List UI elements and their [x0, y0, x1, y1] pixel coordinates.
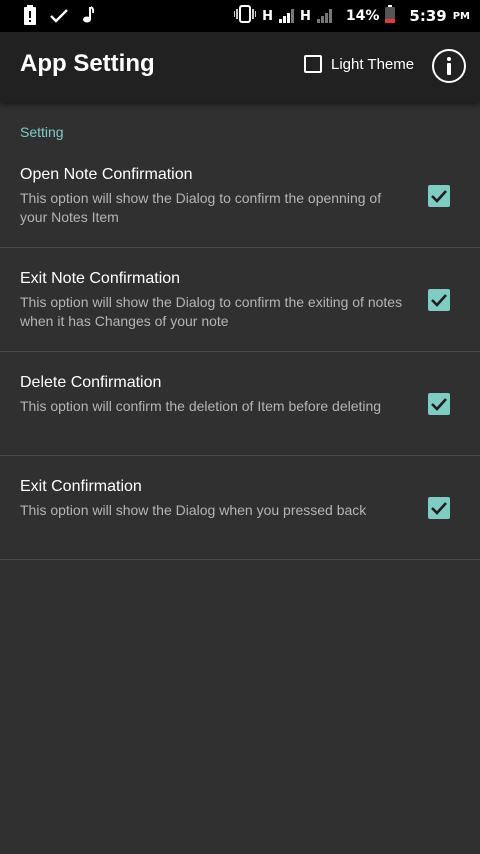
light-theme-label[interactable]: Light Theme [331, 56, 414, 73]
vibrate-icon [233, 5, 257, 27]
status-bar-left [24, 5, 95, 29]
checkbox-checked-icon[interactable] [428, 185, 450, 207]
info-icon[interactable] [432, 49, 466, 83]
music-note-icon [82, 6, 95, 28]
setting-exit-note-confirmation[interactable]: Exit Note Confirmation This option will … [0, 248, 480, 352]
checkbox-unchecked-icon[interactable] [304, 55, 322, 73]
network-type-2: H [300, 8, 311, 24]
checkbox-checked-icon[interactable] [428, 497, 450, 519]
page-title: App Setting [20, 50, 155, 77]
checkbox-checked-icon[interactable] [428, 289, 450, 311]
section-header: Setting [20, 124, 64, 140]
battery-icon [385, 5, 396, 27]
setting-title: Exit Confirmation [20, 478, 142, 495]
signal-icon-2 [316, 9, 332, 23]
check-icon [50, 8, 68, 27]
setting-title: Delete Confirmation [20, 374, 162, 391]
setting-open-note-confirmation[interactable]: Open Note Confirmation This option will … [0, 144, 480, 248]
setting-description: This option will show the Dialog to conf… [20, 294, 403, 329]
setting-description: This option will show the Dialog when yo… [20, 502, 367, 518]
battery-alert-icon [24, 5, 36, 29]
setting-exit-confirmation[interactable]: Exit Confirmation This option will show … [0, 456, 480, 560]
info-icon-stem [446, 63, 451, 75]
app-bar: App Setting Light Theme [0, 32, 480, 102]
info-icon-dot [446, 57, 451, 61]
battery-percent: 14% [345, 8, 380, 24]
clock-time: 5:39 [409, 7, 447, 25]
setting-description: This option will show the Dialog to conf… [20, 190, 382, 225]
clock-ampm: PM [452, 10, 470, 22]
network-type-1: H [262, 8, 273, 24]
status-bar: H H 14% 5:39 PM [0, 0, 480, 32]
checkbox-checked-icon[interactable] [428, 393, 450, 415]
settings-list: Open Note Confirmation This option will … [0, 144, 480, 560]
setting-title: Exit Note Confirmation [20, 270, 181, 287]
setting-title: Open Note Confirmation [20, 166, 193, 183]
setting-description: This option will confirm the deletion of… [20, 398, 382, 414]
light-theme-checkbox[interactable]: Light Theme [304, 55, 414, 73]
status-bar-right: H H 14% 5:39 PM [233, 5, 470, 27]
setting-delete-confirmation[interactable]: Delete Confirmation This option will con… [0, 352, 480, 456]
signal-icon [279, 9, 294, 23]
